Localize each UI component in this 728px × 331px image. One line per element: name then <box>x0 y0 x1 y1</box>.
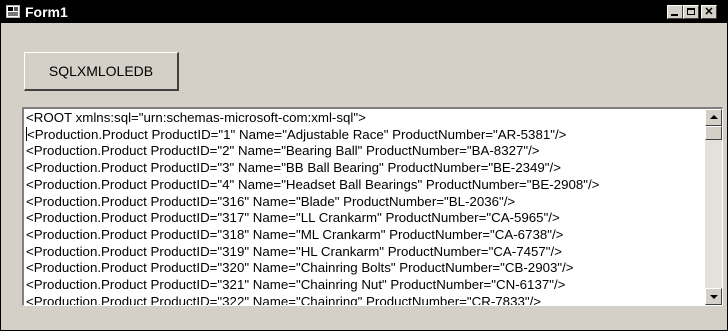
scroll-down-button[interactable] <box>705 288 722 305</box>
scroll-thumb[interactable] <box>705 126 722 140</box>
text-line: <Production.Product ProductID="2" Name="… <box>26 143 540 159</box>
window-title: Form1 <box>25 4 68 20</box>
text-line: <Production.Product ProductID="321" Name… <box>26 277 566 293</box>
minimize-icon <box>671 14 678 16</box>
text-line-with-caret: <Production.Product ProductID="1" Name="… <box>26 126 696 144</box>
arrow-down-icon <box>710 295 718 299</box>
close-button[interactable]: ✕ <box>701 5 717 19</box>
text-line: <Production.Product ProductID="317" Name… <box>26 210 560 226</box>
text-line: <ROOT xmlns:sql="urn:schemas-microsoft-c… <box>26 110 366 125</box>
output-textbox[interactable]: <ROOT xmlns:sql="urn:schemas-microsoft-c… <box>22 107 723 306</box>
text-line: <Production.Product ProductID="318" Name… <box>26 226 564 242</box>
text-line: <Production.Product ProductID="316" Name… <box>26 193 516 209</box>
minimize-button[interactable] <box>667 5 683 19</box>
scroll-up-button[interactable] <box>705 109 722 126</box>
text-line: <Production.Product ProductID="1" Name="… <box>27 126 567 142</box>
text-line: <Production.Product ProductID="319" Name… <box>26 243 562 259</box>
form-icon[interactable] <box>6 5 20 18</box>
text-line: <Production.Product ProductID="320" Name… <box>26 260 574 276</box>
text-line: <Production.Product ProductID="322" Name… <box>26 293 542 305</box>
text-content[interactable]: <ROOT xmlns:sql="urn:schemas-microsoft-c… <box>26 110 696 305</box>
maximize-icon <box>687 8 695 15</box>
close-icon: ✕ <box>704 6 714 18</box>
maximize-button[interactable] <box>683 5 699 19</box>
text-line: <Production.Product ProductID="3" Name="… <box>26 160 561 176</box>
text-line: <Production.Product ProductID="4" Name="… <box>26 176 600 192</box>
vertical-scrollbar[interactable] <box>705 109 722 305</box>
sqlxmloledb-button[interactable]: SQLXMLOLEDB <box>24 52 179 91</box>
title-bar[interactable]: Form1 ✕ <box>1 1 727 23</box>
form-window: Form1 ✕ SQLXMLOLEDB <ROOT xmlns:sql="urn… <box>0 0 728 331</box>
arrow-up-icon <box>710 115 718 119</box>
